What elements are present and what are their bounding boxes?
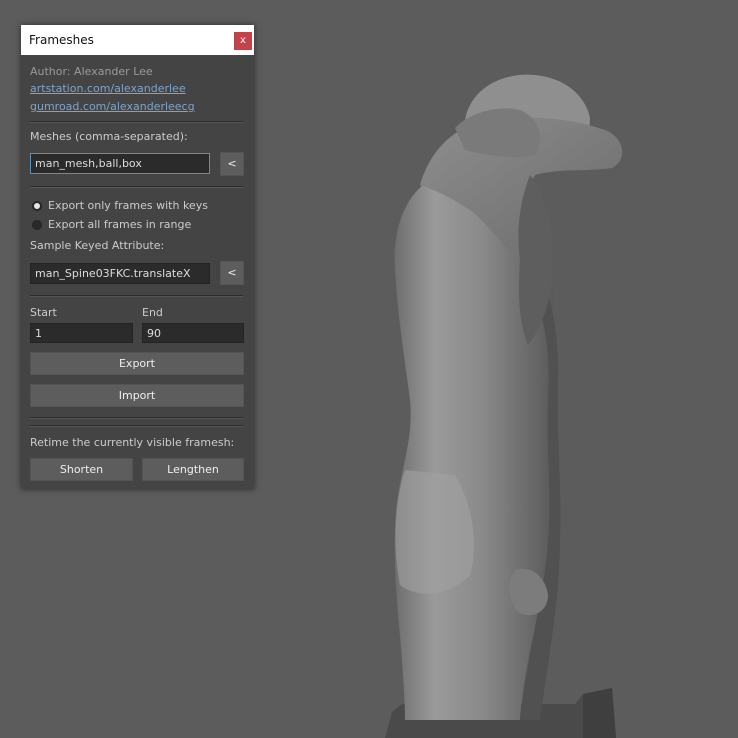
export-range-label: Export all frames in range — [48, 218, 192, 231]
meshes-label: Meshes (comma-separated): — [30, 130, 188, 143]
author-label: Author: Alexander Lee — [30, 65, 153, 78]
end-label: End — [142, 306, 163, 319]
separator — [30, 295, 243, 297]
export-keys-label: Export only frames with keys — [48, 199, 208, 212]
sample-attr-label: Sample Keyed Attribute: — [30, 239, 165, 252]
sample-attr-pick-button[interactable]: < — [220, 261, 244, 285]
artstation-link[interactable]: artstation.com/alexanderlee — [30, 82, 186, 95]
separator — [30, 417, 243, 419]
export-range-radio[interactable] — [32, 220, 42, 230]
separator — [30, 186, 243, 188]
close-button[interactable]: x — [234, 32, 252, 50]
separator — [30, 121, 243, 123]
lengthen-button[interactable]: Lengthen — [142, 458, 244, 481]
separator — [30, 425, 243, 427]
gumroad-link[interactable]: gumroad.com/alexanderleecg — [30, 100, 195, 113]
end-input[interactable]: 90 — [142, 323, 244, 343]
title-bar[interactable]: Frameshes x — [21, 25, 254, 55]
meshes-pick-button[interactable]: < — [220, 152, 244, 176]
import-button[interactable]: Import — [30, 384, 244, 407]
export-button[interactable]: Export — [30, 352, 244, 375]
window-title: Frameshes — [29, 33, 94, 47]
start-label: Start — [30, 306, 57, 319]
export-keys-radio[interactable] — [32, 201, 42, 211]
shorten-button[interactable]: Shorten — [30, 458, 133, 481]
meshes-input[interactable]: man_mesh,ball,box — [30, 153, 210, 174]
retime-label: Retime the currently visible framesh: — [30, 436, 235, 449]
frameshes-window: Frameshes x Author: Alexander Lee artsta… — [21, 25, 254, 489]
sample-attr-input[interactable]: man_Spine03FKC.translateX — [30, 263, 210, 284]
start-input[interactable]: 1 — [30, 323, 133, 343]
